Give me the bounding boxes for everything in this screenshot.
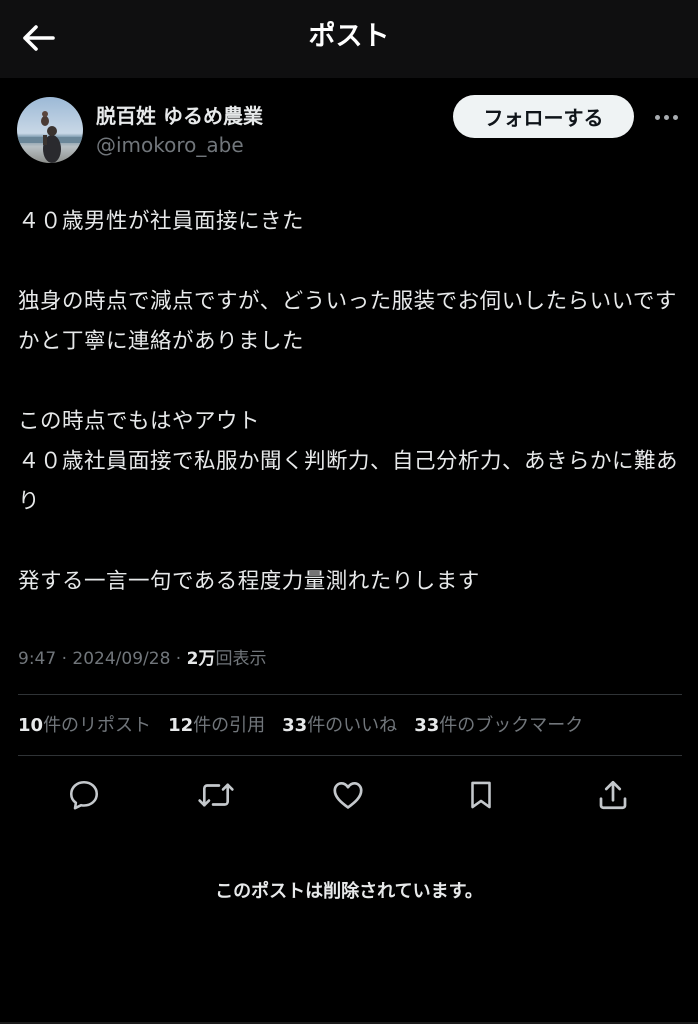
bookmark-icon xyxy=(471,781,491,809)
avatar[interactable] xyxy=(17,97,83,163)
stat-bookmarks[interactable]: 33件のブックマーク xyxy=(414,711,583,741)
more-options-button[interactable] xyxy=(648,102,684,132)
share-button[interactable] xyxy=(591,773,635,817)
stat-reposts[interactable]: 10件のリポスト xyxy=(18,711,151,741)
meta-separator: · xyxy=(56,649,73,669)
engagement-stats: 10件のリポスト 12件の引用 33件のいいね 33件のブックマーク xyxy=(18,711,600,741)
deleted-post-notice: このポストは削除されています。 xyxy=(215,881,483,902)
post-metadata: 9:47 · 2024/09/28 · 2万回表示 xyxy=(18,647,266,671)
stat-label: 件の引用 xyxy=(193,715,266,736)
reply-icon xyxy=(69,780,99,810)
action-bar xyxy=(0,770,698,820)
follow-button[interactable]: フォローする xyxy=(453,95,634,138)
divider xyxy=(18,755,682,756)
repost-button[interactable] xyxy=(194,773,238,817)
author-display-name[interactable]: 脱百姓 ゆるめ農業 xyxy=(96,103,263,129)
stat-likes[interactable]: 33件のいいね xyxy=(282,711,397,741)
stat-count: 33 xyxy=(414,715,440,736)
heart-icon xyxy=(333,781,363,809)
stat-quotes[interactable]: 12件の引用 xyxy=(168,711,265,741)
more-horizontal-icon xyxy=(654,114,660,120)
post-body-text: ４０歳男性が社員面接にきた 独身の時点で減点ですが、どういった服装でお伺いしたら… xyxy=(18,209,679,594)
reply-button[interactable] xyxy=(62,773,106,817)
views-label: 回表示 xyxy=(215,649,267,669)
divider xyxy=(18,694,682,695)
share-icon xyxy=(599,780,627,810)
stat-label: 件のリポスト xyxy=(43,715,152,736)
stat-label: 件のいいね xyxy=(307,715,398,736)
bookmark-button[interactable] xyxy=(459,773,503,817)
author-handle[interactable]: @imokoro_abe xyxy=(96,132,244,158)
page-title: ポスト xyxy=(308,21,390,52)
views-count: 2万 xyxy=(186,649,216,669)
post-time[interactable]: 9:47 xyxy=(18,649,56,669)
post-date[interactable]: 2024/09/28 xyxy=(72,649,170,669)
meta-separator: · xyxy=(170,649,187,669)
top-nav-bar: ポスト xyxy=(0,0,698,78)
stat-count: 33 xyxy=(282,715,308,736)
stat-count: 10 xyxy=(18,715,44,736)
like-button[interactable] xyxy=(326,773,370,817)
stat-count: 12 xyxy=(168,715,194,736)
stat-label: 件のブックマーク xyxy=(439,715,584,736)
avatar-photo xyxy=(17,97,83,163)
repost-icon xyxy=(198,783,234,807)
